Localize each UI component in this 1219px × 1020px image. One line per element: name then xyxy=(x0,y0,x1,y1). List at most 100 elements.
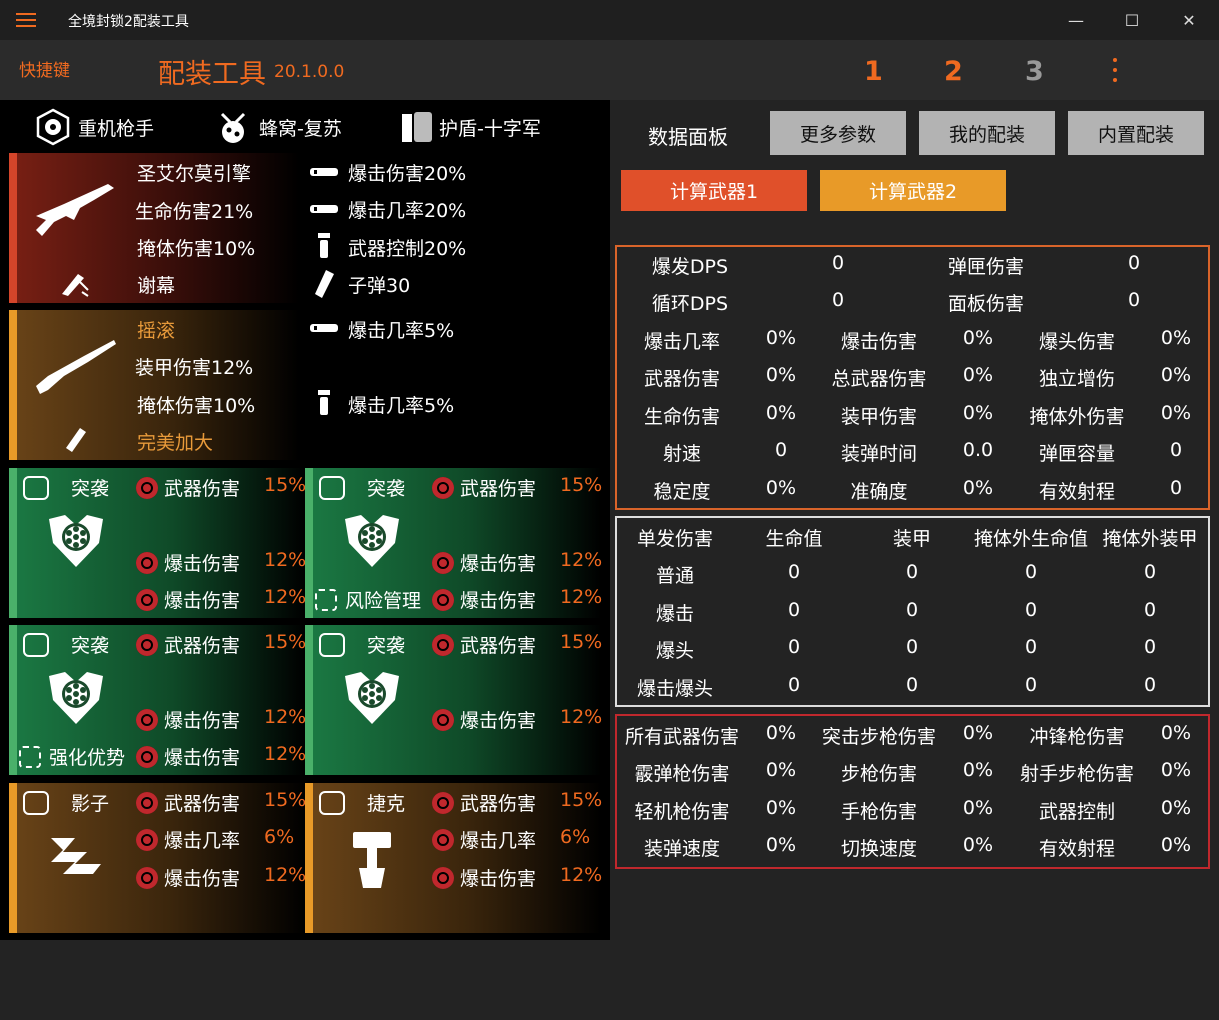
bonus-cell: 0% xyxy=(962,797,994,819)
damage-table-cell: 0 xyxy=(787,561,801,583)
muzzle-mod-icon xyxy=(310,168,338,176)
bonus-cell: 步枪伤害 xyxy=(840,763,918,785)
weapon2-talent[interactable]: 完美加大 xyxy=(137,428,213,455)
builtin-builds-button[interactable]: 内置配装 xyxy=(1068,111,1204,155)
heavy-gunner-icon xyxy=(36,108,70,146)
bonus-cell: 0% xyxy=(962,759,994,781)
gear-attribute-label: 爆击伤害 xyxy=(460,710,537,732)
weapon-attribute-icon xyxy=(136,634,158,656)
stat-cell: 爆击伤害 xyxy=(840,331,918,353)
more-options-icon[interactable] xyxy=(1105,56,1125,86)
bonus-cell: 切换速度 xyxy=(840,838,918,860)
damage-table-cell: 0 xyxy=(1143,674,1157,696)
kneepads-icon xyxy=(319,791,345,815)
striker-brand-logo xyxy=(341,513,403,573)
weapon1-stat2: 掩体伤害10% xyxy=(137,238,256,260)
gear-attribute-label: 爆击伤害 xyxy=(460,590,537,612)
stat-cell: 准确度 xyxy=(850,481,908,503)
specialization-name[interactable]: 重机枪手 xyxy=(78,114,154,141)
damage-table-header: 装甲 xyxy=(892,528,932,550)
gear-attribute-label: 爆击伤害 xyxy=(460,553,537,575)
stat-cell: 0% xyxy=(765,364,797,386)
gear-card-accent xyxy=(9,468,17,618)
weapon2-mod1[interactable]: 爆击几率5% xyxy=(348,316,454,343)
gear-talent-2[interactable]: 风险管理 xyxy=(345,586,421,613)
calc-weapon1-button[interactable]: 计算武器1 xyxy=(621,170,807,211)
window-title: 全境封锁2配装工具 xyxy=(68,14,189,30)
perfect-talent-icon xyxy=(66,428,86,452)
stat-cell: 0% xyxy=(962,327,994,349)
weapon1-mod2[interactable]: 爆击几率20% xyxy=(348,196,466,223)
stat-cell: 生命伤害 xyxy=(643,406,721,428)
gear-attribute-label: 爆击伤害 xyxy=(164,868,241,890)
gear-attribute-label: 武器伤害 xyxy=(460,635,537,657)
talent-icon xyxy=(19,746,41,768)
weapon2-mod2[interactable]: 爆击几率5% xyxy=(348,391,454,418)
gear-card-accent xyxy=(305,468,313,618)
calc-weapon2-button[interactable]: 计算武器2 xyxy=(820,170,1006,211)
page-1-button[interactable]: 1 xyxy=(864,56,883,87)
hive-icon xyxy=(220,112,246,143)
stat-cell: 0% xyxy=(1160,364,1192,386)
muzzle-mod-icon xyxy=(310,205,338,213)
bonus-cell: 冲锋枪伤害 xyxy=(1029,726,1125,748)
bonus-cell: 有效射程 xyxy=(1038,838,1116,860)
stat-cell: 0 xyxy=(774,439,788,461)
weapon-attribute-icon xyxy=(136,589,158,611)
damage-table-cell: 0 xyxy=(1024,561,1038,583)
weapon-attribute-icon xyxy=(432,829,454,851)
weapon1-mod3[interactable]: 武器控制20% xyxy=(348,234,466,261)
damage-table-cell: 0 xyxy=(1143,636,1157,658)
weapon-attribute-icon xyxy=(136,792,158,814)
shortcut-link[interactable]: 快捷键 xyxy=(19,56,70,81)
weapon1-mod4[interactable]: 子弹30 xyxy=(348,271,410,298)
gear-attribute-value: 6% xyxy=(560,826,591,848)
maximize-button[interactable]: ☐ xyxy=(1104,0,1160,40)
stat-cell: 0 xyxy=(1127,252,1141,274)
gear-attribute-label: 武器伤害 xyxy=(164,478,241,500)
weapon1-mod1[interactable]: 爆击伤害20% xyxy=(348,159,466,186)
damage-table-cell: 爆头 xyxy=(655,640,695,662)
stat-cell: 0% xyxy=(962,402,994,424)
weapon1-talent[interactable]: 谢幕 xyxy=(137,271,175,298)
striker-brand-logo xyxy=(45,670,107,730)
bonus-cell: 0% xyxy=(765,759,797,781)
gear-attribute-value: 15% xyxy=(264,631,307,653)
gear-attribute-value: 12% xyxy=(264,549,307,571)
my-builds-button[interactable]: 我的配装 xyxy=(919,111,1055,155)
skill-set1-name[interactable]: 蜂窝-复苏 xyxy=(259,114,342,141)
gear-brand-4: 突袭 xyxy=(367,635,406,657)
stat-cell: 掩体外伤害 xyxy=(1029,406,1125,428)
app-version: 20.1.0.0 xyxy=(274,62,345,82)
app-title: 配装工具 xyxy=(158,59,266,90)
stat-cell: 稳定度 xyxy=(653,481,711,503)
bonus-cell: 0% xyxy=(1160,834,1192,856)
weapon-attribute-icon xyxy=(432,709,454,731)
stat-cell: 0% xyxy=(962,364,994,386)
page-3-button[interactable]: 3 xyxy=(1025,56,1044,87)
stat-cell: 弹匣容量 xyxy=(1038,443,1116,465)
damage-table-header: 生命值 xyxy=(765,528,823,550)
weapon-attribute-icon xyxy=(432,792,454,814)
damage-table-cell: 0 xyxy=(905,561,919,583)
gear-card-accent xyxy=(9,783,17,933)
stat-cell: 装甲伤害 xyxy=(840,406,918,428)
bonus-cell: 0% xyxy=(1160,722,1192,744)
page-2-button[interactable]: 2 xyxy=(944,56,963,87)
gear-attribute-value: 15% xyxy=(264,474,307,496)
damage-table-cell: 0 xyxy=(787,674,801,696)
stat-cell: 0% xyxy=(962,477,994,499)
more-params-button[interactable]: 更多参数 xyxy=(770,111,906,155)
skill-set2-name[interactable]: 护盾-十字军 xyxy=(439,114,541,141)
stat-cell: 武器伤害 xyxy=(643,368,721,390)
stat-cell: 有效射程 xyxy=(1038,481,1116,503)
damage-table-cell: 0 xyxy=(1143,561,1157,583)
stat-cell: 总武器伤害 xyxy=(831,368,927,390)
gear-attribute-label: 爆击伤害 xyxy=(164,553,241,575)
close-button[interactable]: ✕ xyxy=(1161,0,1217,40)
hamburger-menu-icon[interactable] xyxy=(16,12,36,28)
holster-icon xyxy=(23,791,49,815)
minimize-button[interactable]: — xyxy=(1048,0,1104,40)
muzzle-mod-icon xyxy=(310,324,338,332)
gear-talent-3[interactable]: 强化优势 xyxy=(49,743,125,770)
